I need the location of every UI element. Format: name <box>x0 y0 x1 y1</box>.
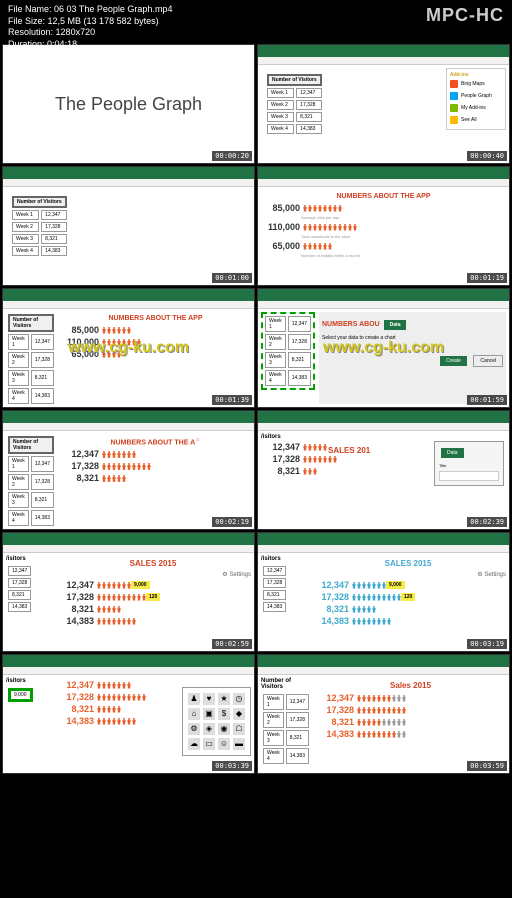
create-button[interactable]: Create <box>440 356 467 366</box>
thumb-5[interactable]: Number of Visitors Week 112,347 Week 217… <box>2 288 255 408</box>
thumb-4[interactable]: NUMBERS ABOUT THE APP 85,000 Average cli… <box>257 166 510 286</box>
thumb-3[interactable]: Number of Visitors Week 112,347 Week 217… <box>2 166 255 286</box>
thumb-2[interactable]: Number of Visitors Week 112,347 Week 217… <box>257 44 510 164</box>
addins-panel[interactable]: Add-ins Bing Maps People Graph My Add-in… <box>446 68 506 130</box>
bag-icon: ▣ <box>203 708 215 720</box>
mpc-hc-logo: MPC-HC <box>426 4 504 27</box>
star-icon: ★ <box>218 693 230 705</box>
data-button[interactable]: Data <box>384 320 407 330</box>
home-icon: ⌂ <box>188 708 200 720</box>
visitors-table: Number of Visitors Week 112,347 Week 217… <box>10 194 69 258</box>
timestamp: 00:00:40 <box>467 151 507 161</box>
thumb-6[interactable]: Week 112,347 Week 217,328 Week 38,321 We… <box>257 288 510 408</box>
diamond-icon: ◆ <box>233 708 245 720</box>
file-info-header: File Name: 06 03 The People Graph.mp4 Fi… <box>0 0 512 42</box>
person-icon: ♟ <box>188 693 200 705</box>
visitors-table: Number of Visitors Week 112,347 Week 217… <box>265 72 324 136</box>
thumb-9[interactable]: /isitors 12,347 17,328 8,321 14,383 SALE… <box>2 532 255 652</box>
thumb-10[interactable]: /isitors 12,347 17,328 8,321 14,383 SALE… <box>257 532 510 652</box>
car-icon: ▬ <box>233 738 245 750</box>
cancel-button[interactable]: Cancel <box>473 355 503 367</box>
gear-icon: ⚙ <box>188 723 200 735</box>
thumb-1[interactable]: The People Graph 00:00:20 <box>2 44 255 164</box>
smile-icon: ☺ <box>218 738 230 750</box>
cloud-icon: ☁ <box>188 738 200 750</box>
thumbnail-grid: The People Graph 00:00:20 Number of Visi… <box>0 42 512 898</box>
dollar-icon: $ <box>218 708 230 720</box>
tag-icon: ◈ <box>203 723 215 735</box>
thumb-8[interactable]: /isitors 12,347 17,328 8,321 SALES 201 D… <box>257 410 510 530</box>
watermark: www.cg-ku.com <box>68 339 189 357</box>
app-title: NUMBERS ABOUT THE APP <box>261 193 506 200</box>
chat-icon: ☖ <box>233 723 245 735</box>
thumb-12[interactable]: Number of Visitors Week 112,347 Week 217… <box>257 654 510 774</box>
data-panel[interactable]: Data Title <box>434 441 504 486</box>
globe-icon: ◉ <box>218 723 230 735</box>
title-slide-text: The People Graph <box>55 94 202 115</box>
excel-ribbon <box>258 57 509 65</box>
timestamp: 00:00:20 <box>212 151 252 161</box>
clock-icon: ◷ <box>233 693 245 705</box>
thumb-7[interactable]: Number of Visitors Week 112,347 Week 217… <box>2 410 255 530</box>
pc-icon: ▭ <box>203 738 215 750</box>
heart-icon: ♥ <box>203 693 215 705</box>
thumb-11[interactable]: /isitors 9,000 12,347 17,328 8,321 14,38… <box>2 654 255 774</box>
icon-picker[interactable]: ♟♥★◷ ⌂▣$◆ ⚙◈◉☖ ☁▭☺▬ <box>182 687 251 756</box>
